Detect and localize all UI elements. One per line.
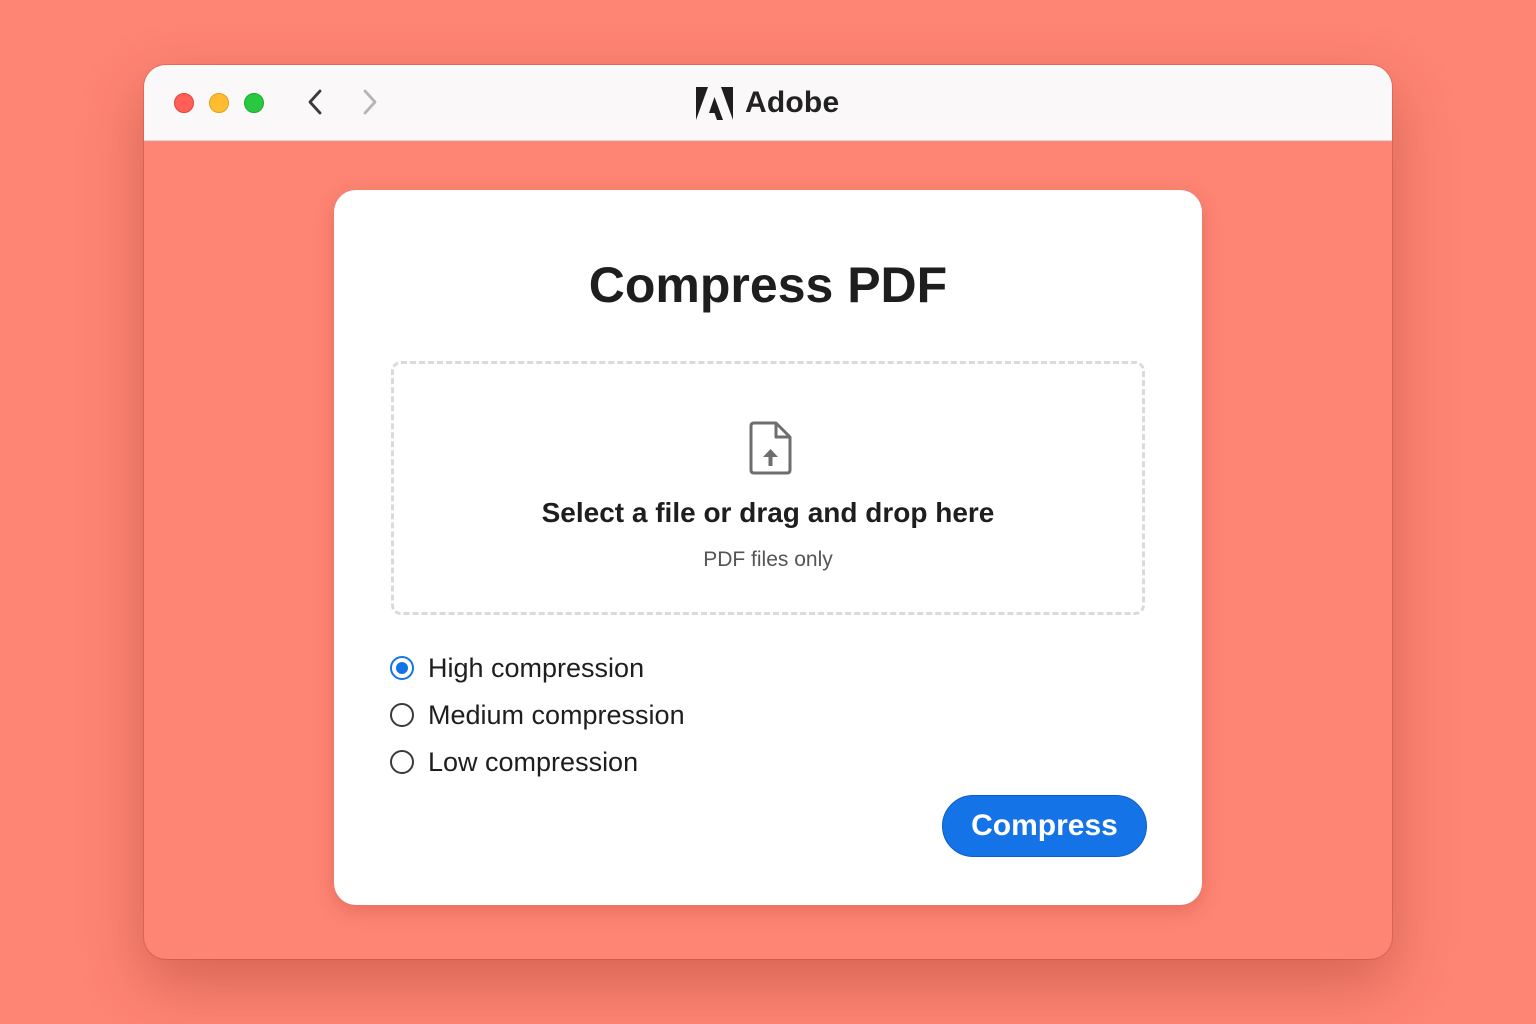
option-label: High compression bbox=[428, 652, 645, 683]
file-upload-icon bbox=[749, 421, 792, 475]
brand: Adobe bbox=[696, 85, 839, 121]
radio-high-compression[interactable] bbox=[390, 656, 414, 680]
minimize-window-button[interactable] bbox=[209, 93, 229, 113]
chevron-left-icon bbox=[308, 89, 322, 115]
radio-low-compression[interactable] bbox=[390, 750, 414, 774]
option-label: Low compression bbox=[428, 746, 639, 777]
close-window-button[interactable] bbox=[174, 93, 194, 113]
chevron-right-icon bbox=[363, 89, 377, 115]
option-high-compression[interactable]: High compression bbox=[390, 650, 644, 686]
compress-button[interactable]: Compress bbox=[942, 795, 1147, 857]
forward-button[interactable] bbox=[355, 87, 385, 117]
compress-card: Compress PDF Select a file or drag and d… bbox=[334, 190, 1202, 905]
browser-window: Adobe Compress PDF Select a file or drag… bbox=[144, 65, 1392, 959]
option-medium-compression[interactable]: Medium compression bbox=[390, 697, 685, 733]
option-low-compression[interactable]: Low compression bbox=[390, 744, 638, 780]
maximize-window-button[interactable] bbox=[244, 93, 264, 113]
back-button[interactable] bbox=[300, 87, 330, 117]
title-bar: Adobe bbox=[144, 65, 1392, 141]
page-title: Compress PDF bbox=[588, 257, 948, 313]
dropzone-file-type-hint: PDF files only bbox=[703, 548, 833, 571]
brand-name: Adobe bbox=[745, 86, 840, 119]
file-dropzone[interactable]: Select a file or drag and drop here PDF … bbox=[391, 361, 1145, 615]
option-label: Medium compression bbox=[428, 699, 685, 730]
adobe-logo-icon bbox=[696, 86, 733, 120]
dropzone-instructions: Select a file or drag and drop here bbox=[541, 497, 995, 528]
radio-medium-compression[interactable] bbox=[390, 703, 414, 727]
